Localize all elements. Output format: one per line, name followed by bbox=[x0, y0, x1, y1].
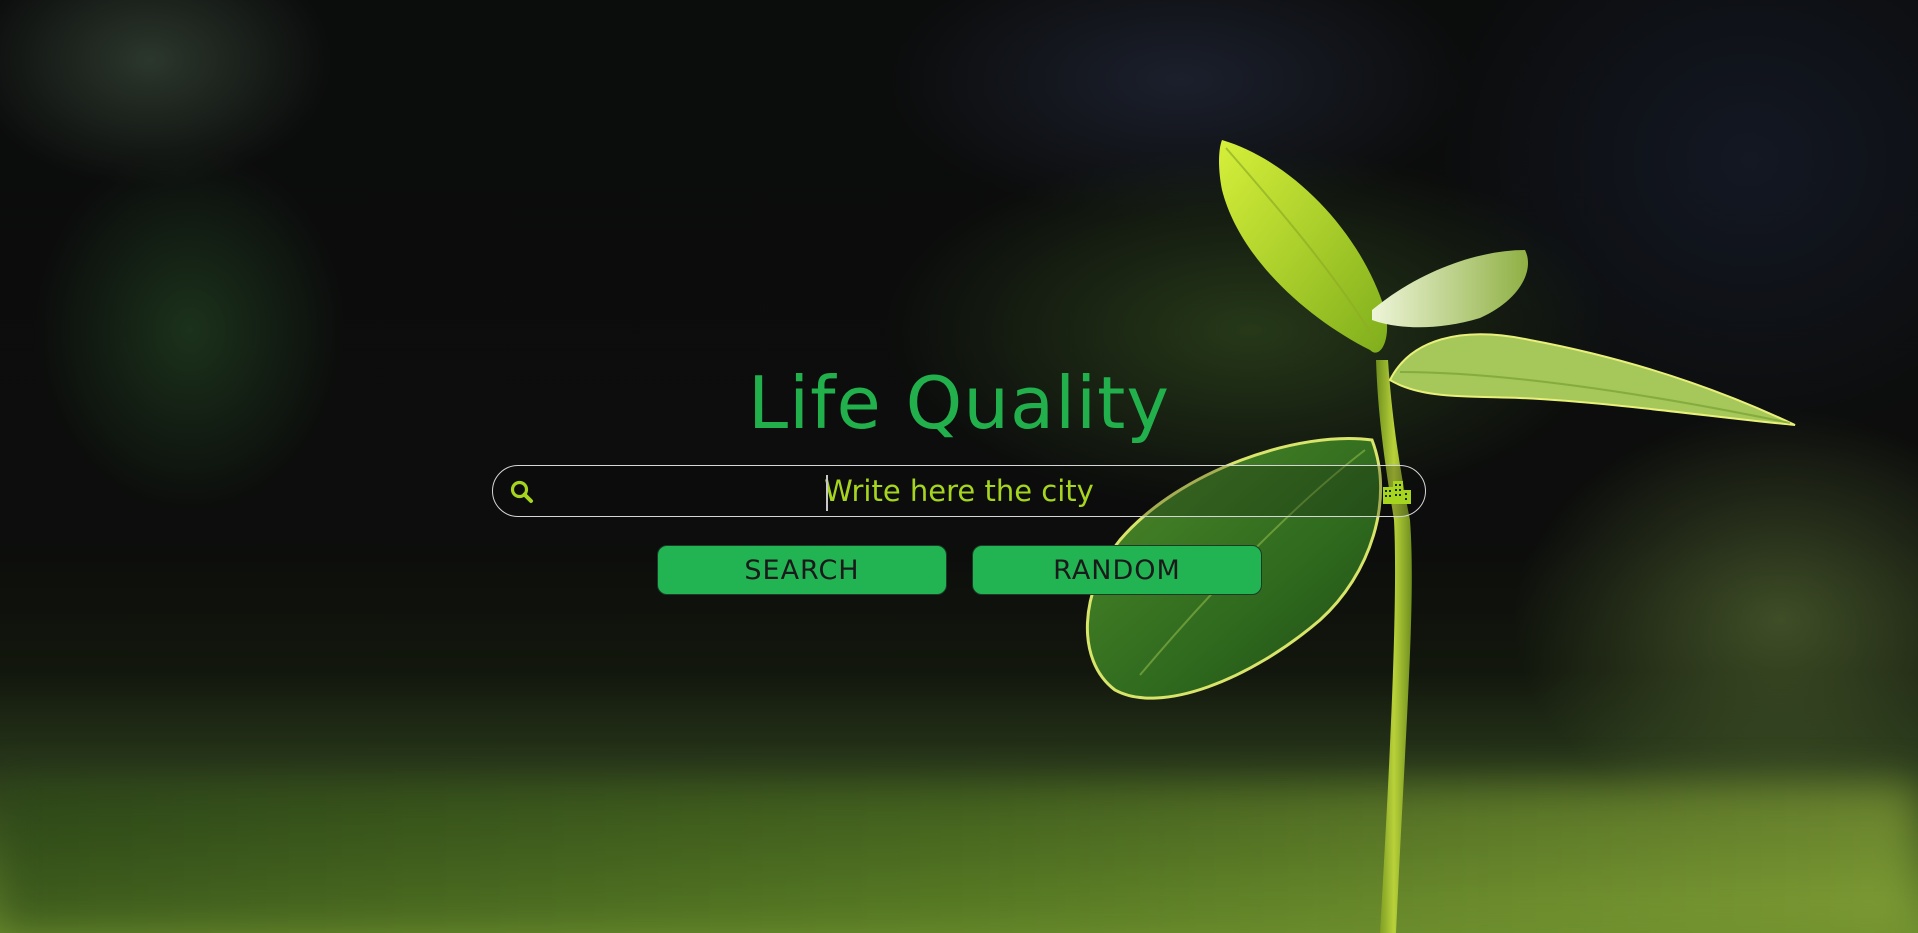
building-icon bbox=[1383, 481, 1411, 504]
city-search-input[interactable] bbox=[553, 472, 1365, 510]
search-button[interactable]: SEARCH bbox=[657, 545, 947, 595]
search-bar[interactable] bbox=[492, 465, 1426, 517]
random-button[interactable]: RANDOM bbox=[972, 545, 1262, 595]
page: Life Quality SEARCH RANDOM bbox=[0, 0, 1918, 933]
text-caret bbox=[826, 475, 828, 511]
search-icon[interactable] bbox=[509, 479, 535, 505]
page-title: Life Quality bbox=[748, 361, 1170, 445]
